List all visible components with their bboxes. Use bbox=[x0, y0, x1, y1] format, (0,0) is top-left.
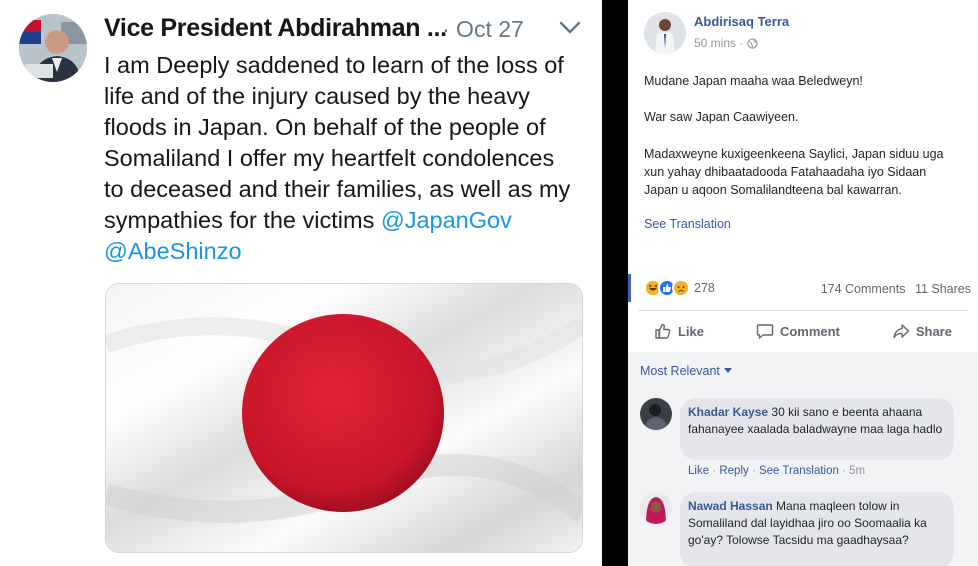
comment-label: Comment bbox=[779, 323, 840, 339]
engagement-counts: 174 Comments 11 Shares bbox=[821, 282, 971, 296]
commenter-avatar[interactable] bbox=[640, 398, 672, 430]
thumbs-up-icon bbox=[655, 323, 671, 339]
sad-reaction-icon bbox=[672, 279, 690, 297]
post-author-name[interactable]: Abdirisaq Terra bbox=[694, 14, 789, 29]
post-author-avatar[interactable] bbox=[644, 12, 686, 54]
sort-label: Most Relevant bbox=[640, 364, 720, 378]
post-paragraph: Mudane Japan maaha waa Beledweyn! bbox=[644, 74, 863, 88]
post-actions-bar: Like Comment Share bbox=[628, 316, 978, 346]
shares-count-link[interactable]: 11 Shares bbox=[915, 282, 971, 296]
like-label: Like bbox=[677, 323, 704, 339]
commenter-name[interactable]: Nawad Hassan bbox=[688, 499, 773, 513]
divider bbox=[638, 310, 968, 311]
comment-like-link[interactable]: Like bbox=[688, 465, 709, 477]
facebook-post: Abdirisaq Terra 50 mins · Mudane Japan m… bbox=[628, 0, 978, 566]
tweet-text-line: I am Deeply saddened to learn of the los… bbox=[104, 52, 564, 78]
tweet-author-name[interactable]: Vice President Abdirahman ... bbox=[104, 14, 447, 43]
tweet-text-line: life and of the injury caused by the hea… bbox=[104, 83, 530, 109]
share-button[interactable]: Share bbox=[892, 322, 952, 340]
comment-see-translation-link[interactable]: See Translation bbox=[759, 465, 839, 477]
post-paragraph: Madaxweyne kuxigeenkeena Saylici, Japan … bbox=[644, 147, 944, 197]
comments-count-link[interactable]: 174 Comments bbox=[821, 282, 906, 296]
reaction-count[interactable]: 278 bbox=[694, 281, 715, 295]
speech-bubble-icon bbox=[756, 324, 774, 339]
comment-sort-dropdown[interactable]: Most Relevant bbox=[640, 364, 732, 378]
mention-abeshinzo[interactable]: @AbeShinzo bbox=[104, 238, 242, 264]
share-label: Share bbox=[915, 323, 952, 339]
tweet-author-avatar[interactable] bbox=[19, 14, 87, 82]
globe-icon bbox=[747, 37, 759, 49]
post-time-text[interactable]: 50 mins · bbox=[694, 36, 743, 50]
comment-actions: Like · Reply · See Translation · 5m bbox=[688, 465, 866, 477]
divider-gap bbox=[602, 0, 628, 566]
commenter-avatar[interactable] bbox=[640, 492, 672, 524]
caret-down-icon bbox=[723, 368, 732, 373]
tweet-text-line-part: sympathies for the victims bbox=[104, 207, 381, 233]
comment-bubble: Nawad Hassan Mana maqleen tolow in Somal… bbox=[680, 492, 954, 566]
tweet-text-line: sympathies for the victims @JapanGov bbox=[104, 205, 596, 236]
tweet-date[interactable]: · Oct 27 bbox=[442, 16, 524, 43]
commenter-name[interactable]: Khadar Kayse bbox=[688, 405, 768, 419]
comments-section: Most Relevant Khadar Kayse 30 kii sano e… bbox=[628, 352, 978, 566]
tweet-text-line: Somaliland I offer my heartfelt condolen… bbox=[104, 145, 555, 171]
comment-time[interactable]: 5m bbox=[849, 465, 865, 477]
post-timestamp[interactable]: 50 mins · bbox=[694, 36, 759, 50]
highlight-strip bbox=[628, 274, 631, 302]
tweet-text: I am Deeply saddened to learn of the los… bbox=[104, 50, 596, 267]
mention-japangov[interactable]: @JapanGov bbox=[381, 207, 512, 233]
comment-reply-link[interactable]: Reply bbox=[719, 465, 748, 477]
comment-bubble: Khadar Kayse 30 kii sano e beenta ahaana… bbox=[680, 398, 954, 460]
share-arrow-icon bbox=[893, 324, 910, 339]
tweet-text-line: to deceased and their families, as well … bbox=[104, 176, 571, 202]
tweet-text-line: floods in Japan. On behalf of the people… bbox=[104, 114, 546, 140]
like-button[interactable]: Like bbox=[654, 322, 704, 340]
post-paragraph: War saw Japan Caawiyeen. bbox=[644, 110, 799, 124]
japan-flag-image[interactable] bbox=[105, 283, 583, 553]
reactions-summary[interactable]: 278 bbox=[644, 279, 715, 297]
chevron-down-icon[interactable] bbox=[558, 20, 582, 36]
see-translation-link[interactable]: See Translation bbox=[644, 217, 731, 231]
tweet-screenshot: Vice President Abdirahman ... · Oct 27 I… bbox=[0, 0, 602, 566]
comment-button[interactable]: Comment bbox=[756, 322, 840, 340]
